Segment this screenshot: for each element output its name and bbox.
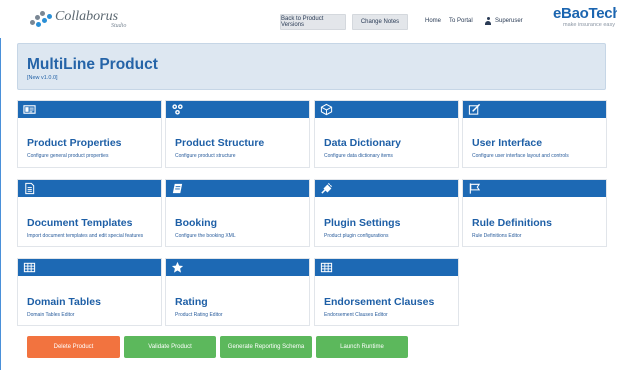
launch-runtime-button[interactable]: Launch Runtime	[316, 336, 408, 358]
star-icon	[171, 261, 184, 273]
tile-document-templates[interactable]: Document Templates Import document templ…	[17, 179, 162, 247]
tile-endorsement-clauses[interactable]: Endorsement Clauses Endorsement Clauses …	[314, 258, 459, 326]
user-menu-link[interactable]: Superuser	[495, 18, 523, 24]
flag-icon	[469, 183, 481, 194]
tile-rule-definitions[interactable]: Rule Definitions Rule Definitions Editor	[462, 179, 607, 247]
tile-description: Import document templates and edit speci…	[27, 233, 144, 239]
tile-description: Rule Definitions Editor	[472, 233, 522, 239]
tile-header-bar	[166, 101, 309, 118]
to-portal-link[interactable]: To Portal	[449, 18, 473, 24]
tile-header-bar	[18, 101, 161, 118]
brand-tagline: make insurance easy	[563, 22, 615, 28]
tile-title: Rating	[175, 296, 208, 308]
plug-icon	[321, 182, 333, 194]
tile-header-bar	[315, 259, 458, 276]
window-left-border	[0, 0, 1, 370]
tile-description: Configure general product properties	[27, 153, 109, 159]
tile-title: Rule Definitions	[472, 217, 552, 229]
tile-title: Endorsement Clauses	[324, 296, 435, 308]
ebaotech-logo: eBaoTech make insurance easy	[553, 5, 617, 28]
table-icon	[23, 262, 36, 273]
tile-title: Data Dictionary	[324, 137, 402, 149]
tile-description: Domain Tables Editor	[27, 312, 75, 318]
tile-title: Product Structure	[175, 137, 265, 149]
document-icon	[25, 182, 35, 195]
delete-product-button[interactable]: Delete Product	[27, 336, 120, 358]
tile-description: Configure the booking XML	[175, 233, 236, 239]
product-header: MultiLine Product [New v1.0.0]	[17, 43, 606, 90]
tile-title: Booking	[175, 217, 217, 229]
brand-name: eBaoTech	[553, 5, 617, 22]
tile-header-bar	[166, 259, 309, 276]
logo-sub: Studio	[111, 22, 127, 29]
tile-header-bar	[463, 180, 606, 197]
edit-icon	[468, 103, 481, 115]
home-link[interactable]: Home	[425, 18, 441, 24]
tile-header-bar	[315, 180, 458, 197]
tile-description: Product plugin configurations	[324, 233, 389, 239]
collaborus-logo[interactable]: Collaborus Studio	[30, 6, 126, 32]
tile-header-bar	[315, 101, 458, 118]
id-card-icon	[23, 105, 36, 114]
validate-product-button[interactable]: Validate Product	[124, 336, 216, 358]
tile-description: Endorsement Clauses Editor	[324, 312, 388, 318]
tile-title: Plugin Settings	[324, 217, 401, 229]
tile-data-dictionary[interactable]: Data Dictionary Configure data dictionar…	[314, 100, 459, 168]
tile-booking[interactable]: Booking Configure the booking XML	[165, 179, 310, 247]
tile-title: Product Properties	[27, 137, 122, 149]
user-icon	[485, 17, 491, 25]
tile-description: Configure user interface layout and cont…	[472, 153, 569, 159]
cube-icon	[320, 103, 333, 116]
tile-description: Configure data dictionary items	[324, 153, 393, 159]
tile-plugin-settings[interactable]: Plugin Settings Product plugin configura…	[314, 179, 459, 247]
tile-description: Product Rating Editor	[175, 312, 223, 318]
page-title: MultiLine Product	[27, 56, 158, 73]
tile-title: Document Templates	[27, 217, 133, 229]
tile-header-bar	[18, 180, 161, 197]
book-icon	[172, 183, 183, 194]
product-version: [New v1.0.0]	[27, 75, 58, 81]
structure-icon	[172, 104, 183, 115]
logo-name: Collaborus	[55, 8, 119, 24]
logo-dots-icon	[30, 8, 52, 30]
back-to-product-versions-button[interactable]: Back to Product Versions	[280, 14, 346, 30]
tile-product-properties[interactable]: Product Properties Configure general pro…	[17, 100, 162, 168]
tile-domain-tables[interactable]: Domain Tables Domain Tables Editor	[17, 258, 162, 326]
tile-header-bar	[166, 180, 309, 197]
table-icon	[320, 262, 333, 273]
tile-title: User Interface	[472, 137, 543, 149]
tile-user-interface[interactable]: User Interface Configure user interface …	[462, 100, 607, 168]
change-notes-button[interactable]: Change Notes	[352, 14, 408, 30]
top-bar: Collaborus Studio Back to Product Versio…	[0, 0, 617, 38]
generate-reporting-schema-button[interactable]: Generate Reporting Schema	[220, 336, 312, 358]
tile-header-bar	[463, 101, 606, 118]
tile-rating[interactable]: Rating Product Rating Editor	[165, 258, 310, 326]
tile-description: Configure product structure	[175, 153, 236, 159]
tile-header-bar	[18, 259, 161, 276]
tile-title: Domain Tables	[27, 296, 101, 308]
tile-product-structure[interactable]: Product Structure Configure product stru…	[165, 100, 310, 168]
